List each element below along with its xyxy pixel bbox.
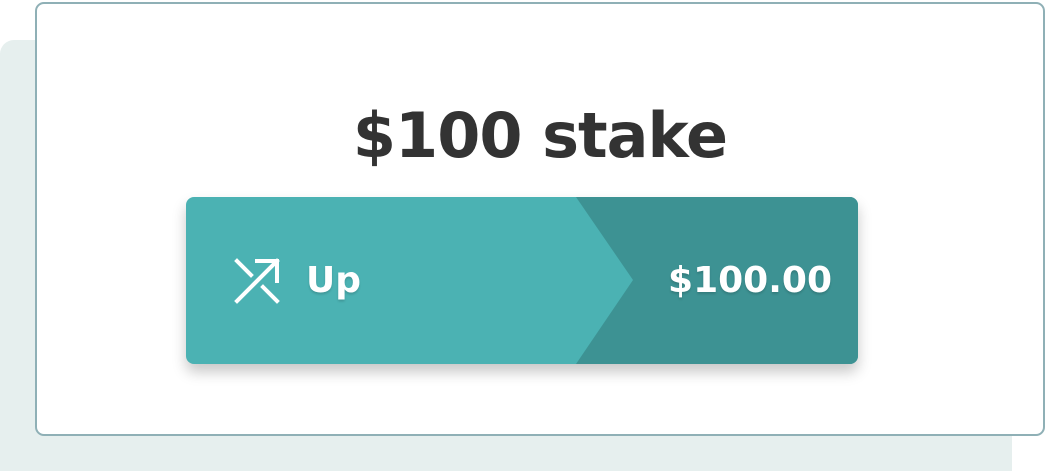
stake-amount: $100.00 — [668, 260, 832, 301]
shuffle-arrows-icon — [233, 257, 281, 305]
stake-title: $100 stake — [352, 99, 728, 172]
up-bet-button[interactable]: Up $100.00 — [186, 197, 858, 364]
direction-label: Up — [306, 260, 362, 301]
stake-card: $100 stake Up $100.00 — [35, 2, 1045, 436]
